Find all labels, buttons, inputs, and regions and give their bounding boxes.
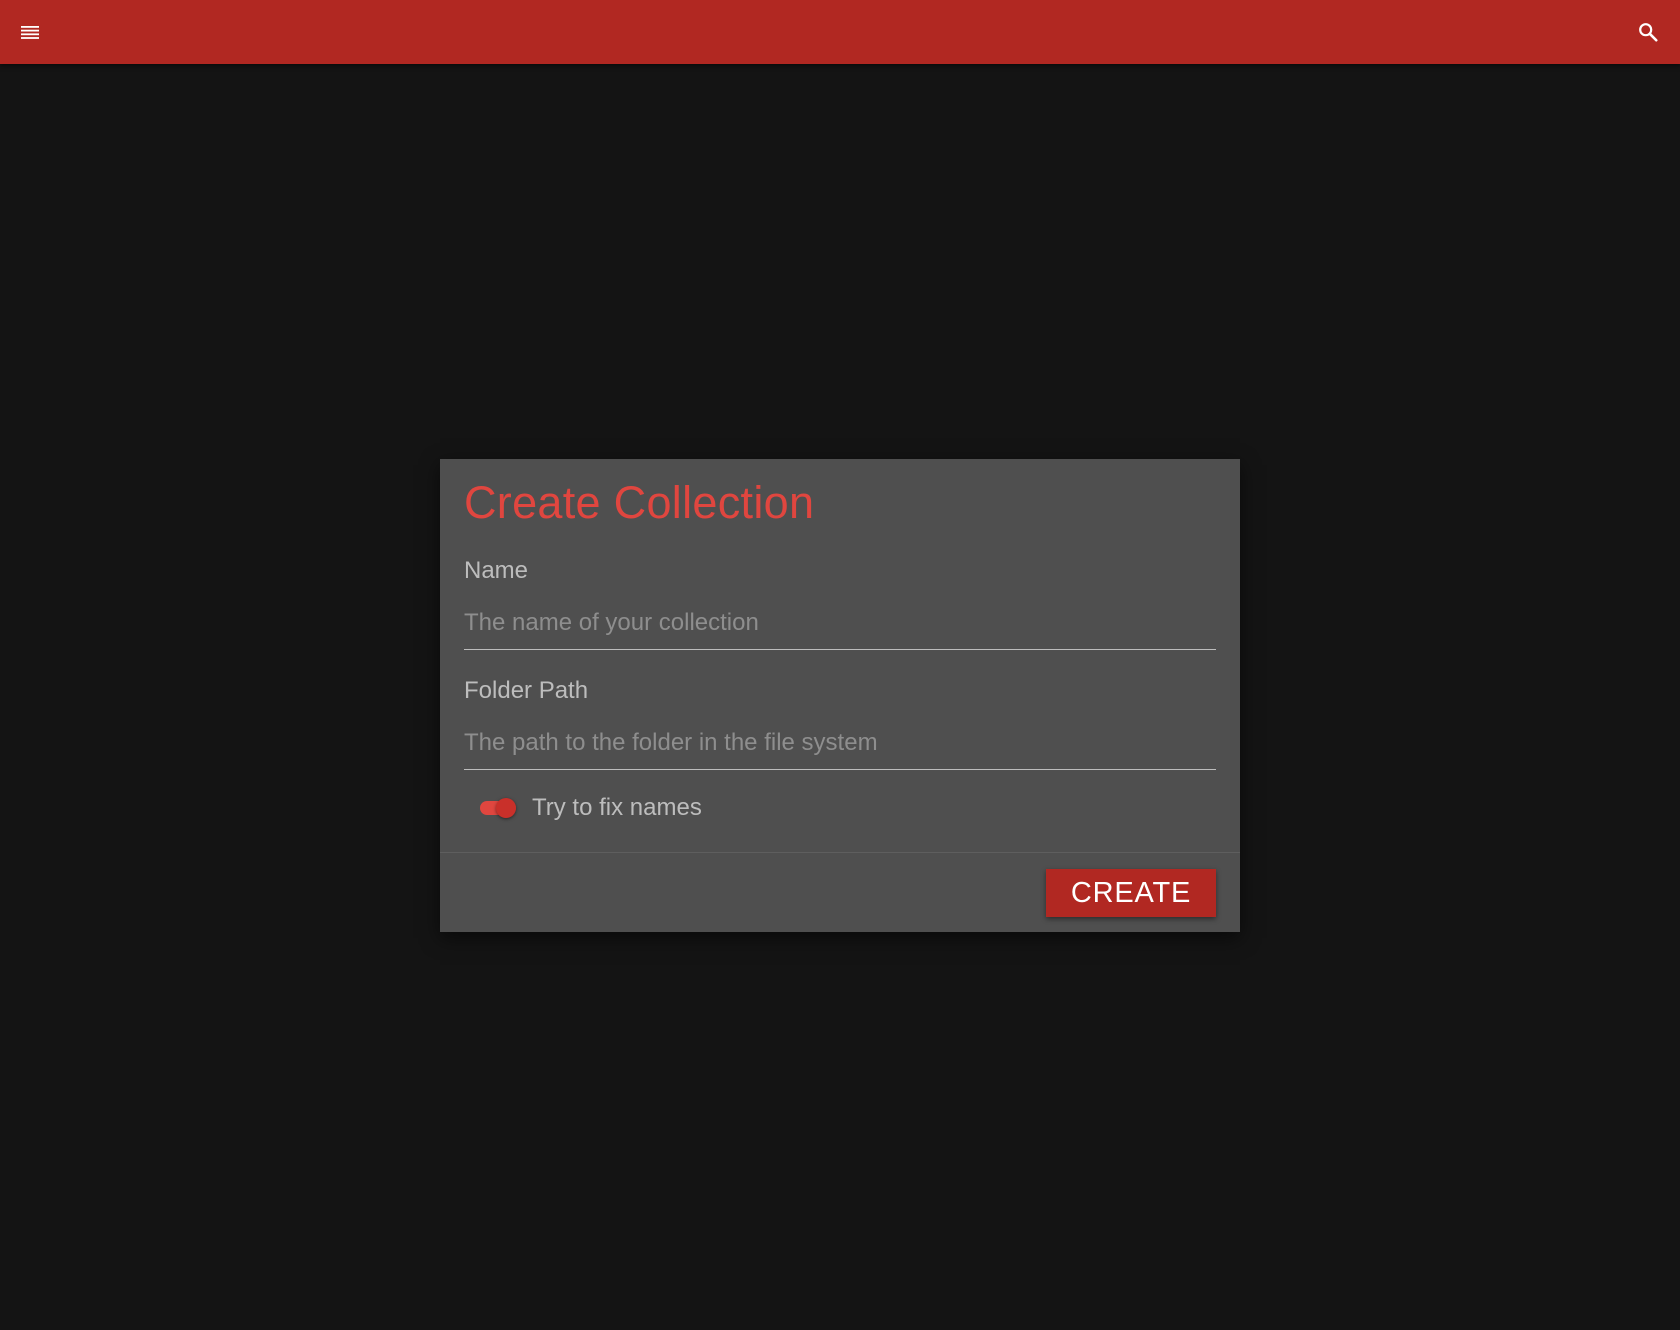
name-input[interactable] [464,601,1216,650]
folder-path-label: Folder Path [464,677,589,704]
dialog-title: Create Collection [464,477,815,528]
menu-icon [21,26,39,39]
create-button[interactable]: CREATE [1046,869,1216,917]
folder-path-field: Folder Path [464,677,1216,770]
fix-names-label: Try to fix names [532,794,702,821]
search-icon [1639,23,1658,42]
app-toolbar [0,0,1680,64]
fix-names-toggle-row[interactable]: Try to fix names [478,794,702,822]
create-collection-dialog: Create Collection Name Folder Path Try t… [440,459,1240,932]
name-field: Name [464,557,1216,650]
name-label: Name [464,557,529,584]
toggle-thumb[interactable] [496,798,516,818]
fix-names-toggle[interactable] [478,795,518,821]
menu-button[interactable] [14,14,46,50]
dialog-actions-divider [440,852,1240,853]
folder-path-input[interactable] [464,721,1216,770]
search-button[interactable] [1630,14,1666,50]
